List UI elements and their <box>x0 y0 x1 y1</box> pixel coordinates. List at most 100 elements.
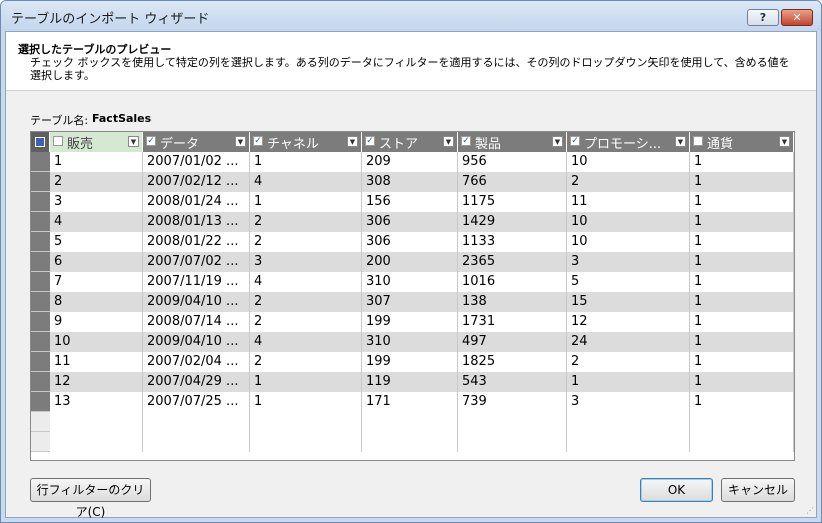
column-checkbox[interactable]: ✓ <box>365 136 375 146</box>
table-cell: 5 <box>50 232 143 252</box>
table-row[interactable]: 13 2007/07/25 ... 1 171 739 3 1 <box>31 392 794 412</box>
column-header-2[interactable]: ✓ データ ▼ <box>143 132 250 152</box>
table-cell: 1 <box>567 372 690 392</box>
filter-dropdown-icon[interactable]: ▼ <box>779 136 790 147</box>
resize-grip-icon[interactable]: ⋰ <box>806 506 814 515</box>
column-header-5[interactable]: ✓ 製品 ▼ <box>458 132 567 152</box>
row-header[interactable] <box>31 432 50 452</box>
table-cell: 2007/02/04 ... <box>143 352 250 372</box>
column-checkbox[interactable] <box>693 136 703 146</box>
table-cell: 2365 <box>458 252 567 272</box>
table-cell: 9 <box>50 312 143 332</box>
table-cell <box>143 432 250 452</box>
table-row[interactable]: 3 2008/01/24 ... 1 156 1175 11 1 <box>31 192 794 212</box>
column-checkbox[interactable]: ✓ <box>461 136 471 146</box>
table-cell: 2 <box>567 172 690 192</box>
close-button[interactable]: ✕ <box>781 9 813 26</box>
row-header[interactable] <box>31 212 50 232</box>
table-row[interactable]: 6 2007/07/02 ... 3 200 2365 3 1 <box>31 252 794 272</box>
table-cell: 543 <box>458 372 567 392</box>
table-row[interactable]: 12 2007/04/29 ... 1 119 543 1 1 <box>31 372 794 392</box>
table-cell: 1 <box>250 392 362 412</box>
table-cell: 119 <box>362 372 458 392</box>
filter-dropdown-icon[interactable]: ▼ <box>552 136 563 147</box>
column-checkbox[interactable]: ✓ <box>253 136 263 146</box>
row-header[interactable] <box>31 372 50 392</box>
column-header-label: データ <box>160 137 200 152</box>
filter-dropdown-icon[interactable]: ▼ <box>128 136 139 147</box>
row-header[interactable] <box>31 192 50 212</box>
column-header-6[interactable]: ✓ プロモーシ... ▼ <box>567 132 690 152</box>
column-checkbox[interactable] <box>53 136 63 146</box>
table-cell: 10 <box>567 212 690 232</box>
table-row[interactable]: 9 2008/07/14 ... 2 199 1731 12 1 <box>31 312 794 332</box>
filter-dropdown-icon[interactable]: ▼ <box>347 136 358 147</box>
row-header[interactable] <box>31 232 50 252</box>
table-cell: 1731 <box>458 312 567 332</box>
table-cell: 209 <box>362 152 458 172</box>
table-cell: 2008/01/22 ... <box>143 232 250 252</box>
row-header[interactable] <box>31 332 50 352</box>
table-cell: 306 <box>362 232 458 252</box>
table-cell: 3 <box>567 252 690 272</box>
table-cell: 739 <box>458 392 567 412</box>
row-header[interactable] <box>31 172 50 192</box>
row-header[interactable] <box>31 272 50 292</box>
table-cell: 1 <box>250 152 362 172</box>
column-checkbox[interactable]: ✓ <box>146 136 156 146</box>
table-cell: 1 <box>690 312 794 332</box>
table-row[interactable] <box>31 432 794 452</box>
table-row[interactable] <box>31 412 794 432</box>
window-title: テーブルのインポート ウィザード <box>11 12 210 27</box>
table-cell: 2009/04/10 ... <box>143 292 250 312</box>
column-header-7[interactable]: 通貨 ▼ <box>690 132 794 152</box>
table-cell: 2 <box>250 352 362 372</box>
help-button[interactable]: ? <box>747 9 779 26</box>
row-header[interactable] <box>31 152 50 172</box>
table-row[interactable]: 5 2008/01/22 ... 2 306 1133 10 1 <box>31 232 794 252</box>
table-cell: 1 <box>690 152 794 172</box>
table-row[interactable]: 8 2009/04/10 ... 2 307 138 15 1 <box>31 292 794 312</box>
column-header-3[interactable]: ✓ チャネル ▼ <box>250 132 362 152</box>
table-cell: 766 <box>458 172 567 192</box>
table-cell: 2008/07/14 ... <box>143 312 250 332</box>
filter-dropdown-icon[interactable]: ▼ <box>675 136 686 147</box>
table-row[interactable]: 2 2007/02/12 ... 4 308 766 2 1 <box>31 172 794 192</box>
clear-row-filter-button[interactable]: 行フィルターのクリア(C) <box>30 478 151 519</box>
filter-dropdown-icon[interactable]: ▼ <box>443 136 454 147</box>
table-cell: 4 <box>250 172 362 192</box>
table-cell: 1 <box>690 332 794 352</box>
row-header[interactable] <box>31 292 50 312</box>
column-checkbox[interactable]: ✓ <box>570 136 580 146</box>
table-cell: 6 <box>50 252 143 272</box>
table-cell: 1 <box>250 372 362 392</box>
row-header[interactable] <box>31 392 50 412</box>
title-bar[interactable]: テーブルのインポート ウィザード ? ✕ <box>1 1 821 31</box>
row-header[interactable] <box>31 352 50 372</box>
column-header-label: 製品 <box>475 137 502 152</box>
table-row[interactable]: 1 2007/01/02 ... 1 209 956 10 1 <box>31 152 794 172</box>
header-description: チェック ボックスを使用して特定の列を選択します。ある列のデータにフィルターを適… <box>30 56 790 82</box>
table-row[interactable]: 11 2007/02/04 ... 2 199 1825 2 1 <box>31 352 794 372</box>
column-header-label: ストア <box>379 137 419 152</box>
row-header[interactable] <box>31 252 50 272</box>
row-header[interactable] <box>31 412 50 432</box>
table-cell: 8 <box>50 292 143 312</box>
table-cell <box>458 412 567 432</box>
table-cell: 1429 <box>458 212 567 232</box>
select-all-checkbox[interactable] <box>31 132 50 152</box>
preview-grid[interactable]: 販売 ▼ ✓ データ ▼ ✓ チャネル ▼ ✓ ストア ▼ ✓ 製品 ▼ ✓ プロモーシ... ▼ 通貨 ▼ 1 200… <box>30 131 795 461</box>
table-cell: 1 <box>690 212 794 232</box>
column-header-4[interactable]: ✓ ストア ▼ <box>362 132 458 152</box>
table-row[interactable]: 7 2007/11/19 ... 4 310 1016 5 1 <box>31 272 794 292</box>
table-cell: 11 <box>567 192 690 212</box>
table-cell: 308 <box>362 172 458 192</box>
filter-dropdown-icon[interactable]: ▼ <box>235 136 246 147</box>
column-header-1[interactable]: 販売 ▼ <box>50 132 143 152</box>
row-header[interactable] <box>31 312 50 332</box>
table-cell: 310 <box>362 272 458 292</box>
table-row[interactable]: 10 2009/04/10 ... 4 310 497 24 1 <box>31 332 794 352</box>
ok-button[interactable]: OK <box>640 478 713 502</box>
cancel-button[interactable]: キャンセル <box>721 478 795 502</box>
table-row[interactable]: 4 2008/01/13 ... 2 306 1429 10 1 <box>31 212 794 232</box>
